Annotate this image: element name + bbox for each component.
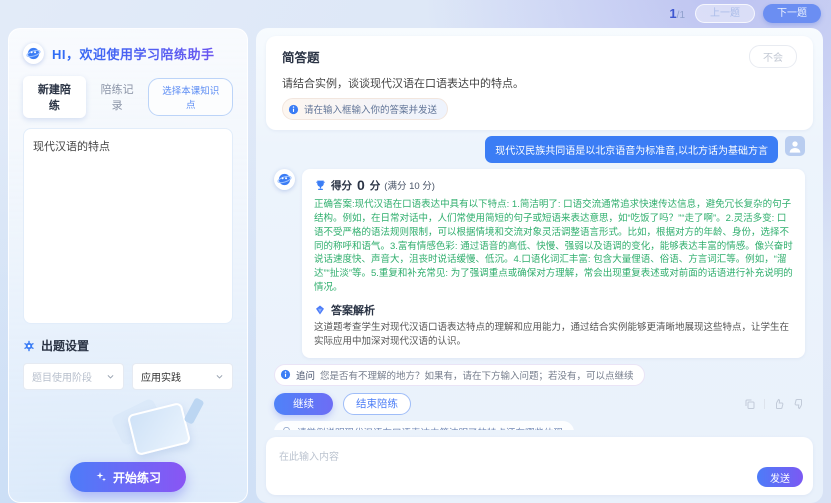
tab-session-history[interactable]: 陪练记录 xyxy=(86,76,149,118)
gear-icon xyxy=(23,340,35,352)
suggested-question[interactable]: 请举例说明现代汉语在口语表达中简洁明了的特点还有哪些体现 xyxy=(274,421,574,430)
mode-select[interactable]: 应用实践 xyxy=(132,363,233,390)
user-message-bubble: 现代汉民族共同语是以北京语音为标准音,以北方话为基础方言 xyxy=(485,136,778,163)
score-total: (满分 10 分) xyxy=(384,178,435,192)
followup-tip-row: 追问 您是否有不理解的地方？如果有，请在下方输入问题；若没有，可以点继续 xyxy=(274,364,645,386)
question-type-label: 简答题 xyxy=(282,47,320,66)
sidebar-tabs: 新建陪练 陪练记录 选择本课知识点 xyxy=(23,76,233,118)
chat-area: 现代汉民族共同语是以北京语音为标准音,以北方话为基础方言 xyxy=(266,130,813,430)
followup-tip-text: 您是否有不理解的地方？如果有，请在下方输入问题；若没有，可以点继续 xyxy=(320,368,634,382)
mode-select-value: 应用实践 xyxy=(141,369,215,384)
main-panel: 简答题 不会 请结合实例，谈谈现代汉语在口语表达中的特点。 请在输入框输入你的答… xyxy=(256,28,823,503)
thumbs-up-icon[interactable] xyxy=(773,398,785,410)
sidebar: HI，欢迎使用学习陪练助手 新建陪练 陪练记录 选择本课知识点 现代汉语的特点 xyxy=(8,28,248,503)
app-root: 1/1 上一题 下一题 HI，欢迎使用学习陪练助手 新建陪练 陪练记录 选择本课… xyxy=(0,0,831,503)
greeting-title: HI，欢迎使用学习陪练助手 xyxy=(52,44,215,63)
gem-icon xyxy=(314,304,326,316)
score-row: 得分 0 分 (满分 10 分) xyxy=(314,177,793,193)
followup-tip-prefix: 追问 xyxy=(296,368,315,382)
question-settings-title: 出题设置 xyxy=(41,337,89,354)
analysis-title: 答案解析 xyxy=(331,302,375,318)
continue-button[interactable]: 继续 xyxy=(274,393,333,415)
start-practice-label: 开始练习 xyxy=(113,469,161,486)
stage-select[interactable]: 题目使用阶段 xyxy=(23,363,124,390)
tab-new-session[interactable]: 新建陪练 xyxy=(23,76,86,118)
topbar: 1/1 上一题 下一题 xyxy=(0,0,821,27)
question-settings-header: 出题设置 xyxy=(23,337,233,354)
user-message-row: 现代汉民族共同语是以北京语音为标准音,以北方话为基础方言 xyxy=(274,136,805,163)
page-current: 1 xyxy=(669,6,676,21)
next-question-button[interactable]: 下一题 xyxy=(763,4,821,23)
question-pager: 1/1 xyxy=(669,6,685,21)
question-text: 请结合实例，谈谈现代汉语在口语表达中的特点。 xyxy=(282,75,797,91)
decorative-pencil-shape xyxy=(183,397,204,425)
score-value: 0 xyxy=(357,177,365,193)
stage-select-value: 题目使用阶段 xyxy=(32,369,106,384)
info-icon xyxy=(280,369,291,380)
answer-hint-pill: 请在输入框输入你的答案并发送 xyxy=(282,98,448,120)
lightbulb-icon xyxy=(281,426,292,430)
prev-question-button[interactable]: 上一题 xyxy=(695,4,755,23)
chevron-down-icon xyxy=(106,372,115,381)
suggested-question-text: 请举例说明现代汉语在口语表达中简洁明了的特点还有哪些体现 xyxy=(297,425,563,430)
score-label: 得分 xyxy=(331,178,352,193)
settings-selects: 题目使用阶段 应用实践 xyxy=(23,363,233,390)
end-practice-button[interactable]: 结束陪练 xyxy=(343,393,411,415)
topic-input[interactable]: 现代汉语的特点 xyxy=(23,128,233,324)
question-card: 简答题 不会 请结合实例，谈谈现代汉语在口语表达中的特点。 请在输入框输入你的答… xyxy=(266,36,813,130)
info-icon xyxy=(288,104,299,115)
followup-tip-pill: 追问 您是否有不理解的地方？如果有，请在下方输入问题；若没有，可以点继续 xyxy=(274,364,645,386)
select-knowledge-button[interactable]: 选择本课知识点 xyxy=(148,78,233,116)
sidebar-header: HI，欢迎使用学习陪练助手 xyxy=(23,43,233,64)
action-row: 继续 结束陪练 xyxy=(274,393,805,415)
send-button[interactable]: 发送 xyxy=(757,467,803,487)
message-input[interactable] xyxy=(277,446,785,478)
dont-know-button[interactable]: 不会 xyxy=(749,45,797,68)
user-avatar xyxy=(785,136,805,156)
copy-icon[interactable] xyxy=(744,398,756,410)
question-card-header: 简答题 不会 xyxy=(282,45,797,68)
thumbs-down-icon[interactable] xyxy=(793,398,805,410)
suggestion-row: 请举例说明现代汉语在口语表达中简洁明了的特点还有哪些体现 xyxy=(274,421,574,430)
sparkle-icon xyxy=(95,471,107,483)
decorative-illustration xyxy=(23,390,233,458)
page-total: 1 xyxy=(679,10,685,21)
divider xyxy=(764,399,765,409)
correct-answer-text: 正确答案:现代汉语在口语表达中具有以下特点: 1.简洁明了: 口语交流通常追求快… xyxy=(314,198,793,295)
score-unit: 分 xyxy=(370,178,381,193)
feedback-icons xyxy=(744,398,805,410)
assistant-avatar xyxy=(274,169,295,190)
chevron-down-icon xyxy=(215,372,224,381)
assistant-answer-card: 得分 0 分 (满分 10 分) 正确答案:现代汉语在口语表达中具有以下特点: … xyxy=(302,169,805,358)
trophy-icon xyxy=(314,179,327,192)
analysis-text: 这道题考查学生对现代汉语口语表达特点的理解和应用能力，通过结合实例能够更清晰地展… xyxy=(314,321,793,349)
assistant-logo-icon xyxy=(23,43,44,64)
assistant-message-row: 得分 0 分 (满分 10 分) 正确答案:现代汉语在口语表达中具有以下特点: … xyxy=(274,169,805,358)
answer-hint-text: 请在输入框输入你的答案并发送 xyxy=(304,102,437,116)
start-practice-button[interactable]: 开始练习 xyxy=(70,462,186,492)
composer: 发送 xyxy=(266,437,813,495)
analysis-header: 答案解析 xyxy=(314,302,793,318)
